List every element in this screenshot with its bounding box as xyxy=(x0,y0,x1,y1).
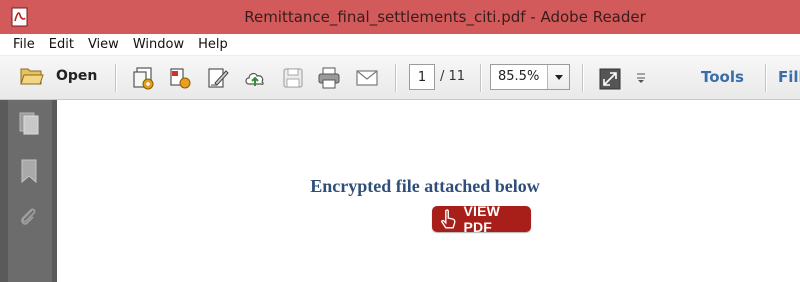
toolbar: Open xyxy=(0,56,800,100)
document-heading: Encrypted file attached below xyxy=(310,176,540,196)
toolbar-separator xyxy=(480,64,481,92)
chevron-down-icon[interactable] xyxy=(547,65,569,89)
menu-file[interactable]: File xyxy=(13,37,35,52)
open-label: Open xyxy=(56,68,98,84)
window-title: Remittance_final_settlements_citi.pdf - … xyxy=(244,8,646,26)
save-icon[interactable] xyxy=(281,66,305,90)
folder-open-icon xyxy=(20,68,44,85)
create-pdf-icon[interactable] xyxy=(132,66,156,90)
print-icon[interactable] xyxy=(317,66,341,90)
menu-view[interactable]: View xyxy=(88,37,119,52)
upload-cloud-icon[interactable] xyxy=(243,66,267,90)
toolbar-separator xyxy=(765,64,766,92)
toolbar-separator xyxy=(582,64,583,92)
full-screen-icon[interactable] xyxy=(598,67,622,91)
combine-files-icon[interactable] xyxy=(168,66,192,90)
view-pdf-label: VIEW PDF xyxy=(463,203,501,235)
menu-edit[interactable]: Edit xyxy=(49,37,74,52)
email-icon[interactable] xyxy=(355,66,379,90)
more-icon[interactable] xyxy=(636,72,646,84)
menu-help[interactable]: Help xyxy=(198,37,228,52)
pages-icon[interactable] xyxy=(17,110,41,136)
title-bar: Remittance_final_settlements_citi.pdf - … xyxy=(0,0,800,34)
view-pdf-button[interactable]: VIEW PDF xyxy=(432,203,531,235)
toolbar-separator xyxy=(115,64,116,92)
hand-pointer-icon xyxy=(441,209,456,229)
attachment-icon[interactable] xyxy=(17,204,41,230)
page-number-input[interactable] xyxy=(409,64,435,90)
sign-icon[interactable] xyxy=(206,66,230,90)
toolbar-separator xyxy=(395,64,396,92)
fill-sign-button[interactable]: Fill xyxy=(778,68,800,86)
menu-bar: File Edit View Window Help xyxy=(0,34,800,56)
page-total: / 11 xyxy=(440,69,466,84)
menu-window[interactable]: Window xyxy=(133,37,184,52)
open-button[interactable]: Open xyxy=(20,65,97,87)
zoom-select[interactable]: 85.5% xyxy=(490,64,570,90)
zoom-value: 85.5% xyxy=(498,69,540,84)
tools-button[interactable]: Tools xyxy=(701,68,744,86)
